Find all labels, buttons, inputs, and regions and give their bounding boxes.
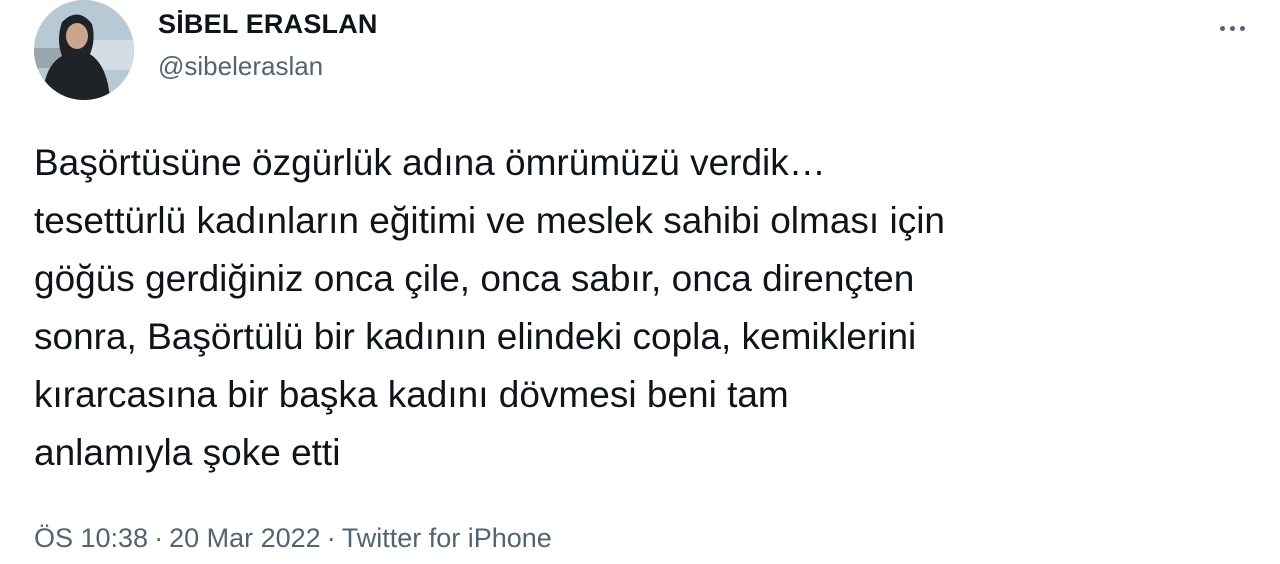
more-options-button[interactable] <box>1212 18 1252 38</box>
separator-dot: · <box>154 523 164 553</box>
profile-photo-icon <box>34 0 134 100</box>
tweet-meta: ÖS 10:38 · 20 Mar 2022 · Twitter for iPhone <box>34 522 552 554</box>
tweet-timestamp[interactable]: ÖS 10:38 · 20 Mar 2022 <box>34 523 321 553</box>
tweet-date: 20 Mar 2022 <box>169 523 321 553</box>
avatar[interactable] <box>34 0 134 100</box>
tweet-source-link[interactable]: Twitter for iPhone <box>342 523 552 553</box>
tweet-time: ÖS 10:38 <box>34 523 149 553</box>
more-dot-icon <box>1219 25 1225 31</box>
more-dot-icon <box>1239 25 1245 31</box>
author-display-name[interactable]: SİBEL ERASLAN <box>158 8 378 40</box>
separator-dot: · <box>326 523 336 553</box>
tweet-text: Başörtüsüne özgürlük adına ömrümüzü verd… <box>34 142 945 473</box>
author-handle[interactable]: @sibeleraslan <box>158 50 378 82</box>
tweet-card: SİBEL ERASLAN @sibeleraslan Başörtüsüne … <box>0 0 1280 564</box>
tweet-header: SİBEL ERASLAN @sibeleraslan <box>34 0 377 100</box>
author-names: SİBEL ERASLAN @sibeleraslan <box>158 8 378 82</box>
more-dot-icon <box>1229 25 1235 31</box>
